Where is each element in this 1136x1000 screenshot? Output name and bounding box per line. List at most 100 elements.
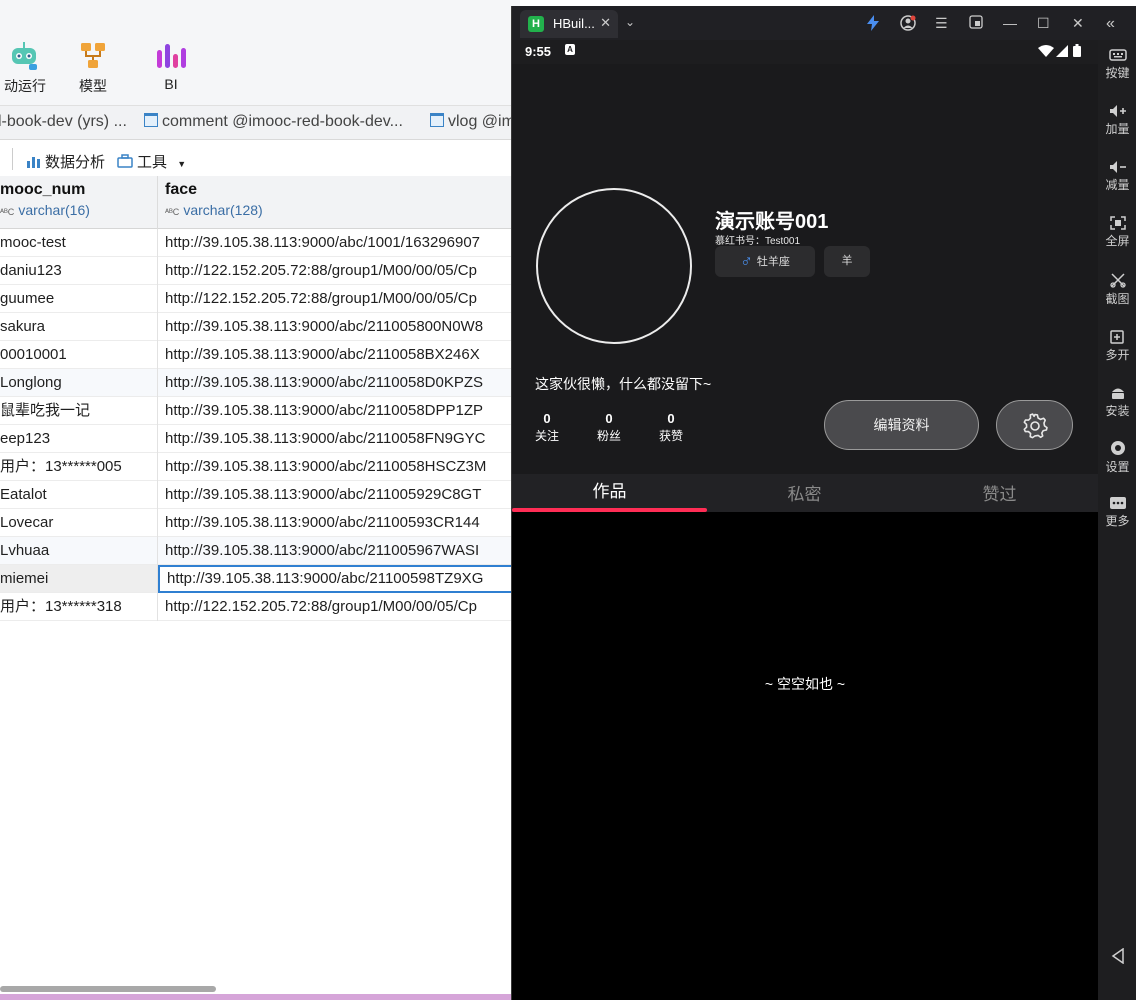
settings-icon <box>1110 441 1125 455</box>
db-toolbar: 动运行 模型 BI <box>0 0 520 106</box>
table-row[interactable]: mooc-test http://39.105.38.113:9000/abc/1… <box>0 229 520 257</box>
maximize-icon[interactable]: ☐ <box>1037 15 1050 32</box>
cell-mooc-num[interactable]: 用户：13******318 <box>0 593 158 621</box>
table-row[interactable]: Longlong http://39.105.38.113:9000/abc/21… <box>0 369 520 397</box>
volume-down-icon <box>1109 161 1126 173</box>
table-row[interactable]: 用户：13******005 http://39.105.38.113:9000/… <box>0 453 520 481</box>
table-row[interactable]: 用户：13******318 http://122.152.205.72:88/g… <box>0 593 520 621</box>
tab-private[interactable]: 私密 <box>707 480 902 505</box>
cell-face[interactable]: http://39.105.38.113:9000/abc/2110058D0K… <box>158 369 520 397</box>
stat-likes-label: 获赞 <box>658 429 683 443</box>
lightning-icon[interactable] <box>866 15 880 34</box>
horizontal-scrollbar[interactable] <box>0 986 216 992</box>
side-multi-instance-label: 多开 <box>1105 348 1130 362</box>
chevron-down-icon[interactable]: ⌄ <box>625 15 635 29</box>
column-type: ᴬᴮC varchar(16) <box>0 202 157 218</box>
battery-icon <box>1073 44 1081 57</box>
column-type-label: varchar(128) <box>183 202 263 218</box>
minimize-icon[interactable]: — <box>1003 15 1017 31</box>
pin-window-icon[interactable] <box>969 15 983 32</box>
status-time: 9:55 <box>525 44 552 59</box>
close-window-icon[interactable]: ✕ <box>1072 15 1084 32</box>
side-keys[interactable]: 按键 <box>1098 48 1136 81</box>
side-multi-instance[interactable]: 多开 <box>1098 328 1136 363</box>
cell-face[interactable]: http://39.105.38.113:9000/abc/21100593CR… <box>158 509 520 537</box>
tab-red-book-dev[interactable]: l-book-dev (yrs) ... <box>0 113 127 131</box>
works-content: ~ 空空如也 ~ <box>512 512 1098 1000</box>
cell-mooc-num[interactable]: 00010001 <box>0 341 158 369</box>
cell-mooc-num[interactable]: daniu123 <box>0 257 158 285</box>
notification-icon: A <box>565 44 575 55</box>
cell-face[interactable]: http://39.105.38.113:9000/abc/2110058BX2… <box>158 341 520 369</box>
cell-face[interactable]: http://122.152.205.72:88/group1/M00/00/0… <box>158 257 520 285</box>
bi-button[interactable]: BI <box>150 40 192 100</box>
cell-mooc-num[interactable]: mooc-test <box>0 229 158 257</box>
cell-face[interactable]: http://39.105.38.113:9000/abc/211005800N… <box>158 313 520 341</box>
side-fullscreen[interactable]: 全屏 <box>1098 216 1136 249</box>
cell-mooc-num[interactable]: Longlong <box>0 369 158 397</box>
tab-comment[interactable]: comment @imooc-red-book-dev... <box>144 113 403 131</box>
cell-mooc-num[interactable]: miemei <box>0 565 158 593</box>
side-more[interactable]: 更多 <box>1098 496 1136 529</box>
cell-face[interactable]: http://122.152.205.72:88/group1/M00/00/0… <box>158 593 520 621</box>
cell-face[interactable]: http://39.105.38.113:9000/abc/211005967W… <box>158 537 520 565</box>
side-volume-up[interactable]: 加量 <box>1098 104 1136 137</box>
cell-face[interactable]: http://39.105.38.113:9000/abc/2110058DPP… <box>158 397 520 425</box>
cell-face[interactable]: http://39.105.38.113:9000/abc/2110058FN9… <box>158 425 520 453</box>
side-settings[interactable]: 设置 <box>1098 440 1136 475</box>
cell-mooc-num[interactable]: guumee <box>0 285 158 313</box>
emulator-window: H HBuil... ✕ ⌄ ☰ — ☐ ✕ « 9:55 A 演示账号001 <box>511 6 1136 1000</box>
table-row[interactable]: miemei http://39.105.38.113:9000/abc/2110… <box>0 565 520 593</box>
stat-likes[interactable]: 0 获赞 <box>651 411 691 444</box>
cell-mooc-num[interactable]: 鼠辈吃我一记 <box>0 397 158 425</box>
tab-vlog[interactable]: vlog @im <box>430 113 515 131</box>
column-header-mooc-num[interactable]: mooc_num ᴬᴮC varchar(16) <box>0 176 158 229</box>
cell-face[interactable]: http://122.152.205.72:88/group1/M00/00/0… <box>158 285 520 313</box>
edit-profile-button[interactable]: 编辑资料 <box>824 400 979 450</box>
column-header-face[interactable]: face ᴬᴮC varchar(128) <box>158 176 520 229</box>
cell-face[interactable]: http://39.105.38.113:9000/abc/211005929C… <box>158 481 520 509</box>
cell-face[interactable]: http://39.105.38.113:9000/abc/21100598TZ… <box>158 565 520 593</box>
table-row[interactable]: guumee http://122.152.205.72:88/group1/M0… <box>0 285 520 313</box>
auto-run-label: 动运行 <box>4 78 46 94</box>
bio-text: 这家伙很懒，什么都没留下~ <box>535 376 712 392</box>
tab-works[interactable]: 作品 <box>512 477 707 502</box>
stat-fans[interactable]: 0 粉丝 <box>589 411 629 444</box>
data-analysis-button[interactable]: 数据分析 <box>26 151 105 172</box>
table-row[interactable]: sakura http://39.105.38.113:9000/abc/2110… <box>0 313 520 341</box>
cell-face[interactable]: http://39.105.38.113:9000/abc/2110058HSC… <box>158 453 520 481</box>
auto-run-button[interactable]: 动运行 <box>0 40 50 100</box>
settings-button[interactable] <box>996 400 1073 450</box>
menu-icon[interactable]: ☰ <box>935 15 948 32</box>
cell-mooc-num[interactable]: eep123 <box>0 425 158 453</box>
male-icon: ♂ <box>740 252 753 271</box>
table-row[interactable]: eep123 http://39.105.38.113:9000/abc/2110… <box>0 425 520 453</box>
model-button[interactable]: 模型 <box>72 40 114 100</box>
cell-mooc-num[interactable]: Lvhuaa <box>0 537 158 565</box>
cell-face[interactable]: http://39.105.38.113:9000/abc/1001/16329… <box>158 229 520 257</box>
emulator-tab[interactable]: H HBuil... ✕ <box>520 10 618 38</box>
side-screenshot[interactable]: 截图 <box>1098 272 1136 307</box>
tab-liked[interactable]: 赞过 <box>902 480 1097 505</box>
side-volume-down[interactable]: 减量 <box>1098 160 1136 193</box>
side-install[interactable]: 安装 <box>1098 384 1136 419</box>
table-row[interactable]: Eatalot http://39.105.38.113:9000/abc/211… <box>0 481 520 509</box>
account-icon[interactable] <box>900 15 916 34</box>
table-row[interactable]: Lvhuaa http://39.105.38.113:9000/abc/2110… <box>0 537 520 565</box>
stat-following[interactable]: 0 关注 <box>527 411 567 444</box>
tools-dropdown[interactable]: 工具 ▼ <box>117 151 186 172</box>
cell-mooc-num[interactable]: 用户：13******005 <box>0 453 158 481</box>
table-row[interactable]: 00010001 http://39.105.38.113:9000/abc/21… <box>0 341 520 369</box>
tab-label: vlog @im <box>448 113 515 130</box>
table-row[interactable]: 鼠辈吃我一记 http://39.105.38.113:9000/abc/2110… <box>0 397 520 425</box>
close-tab-icon[interactable]: ✕ <box>600 15 611 31</box>
emulator-sidebar: 按键 加量 减量 全屏 截图 多开 安装 设置 更多 <box>1098 40 1136 1000</box>
cell-mooc-num[interactable]: sakura <box>0 313 158 341</box>
collapse-sidebar-icon[interactable]: « <box>1106 15 1115 33</box>
table-row[interactable]: daniu123 http://122.152.205.72:88/group1/… <box>0 257 520 285</box>
cell-mooc-num[interactable]: Eatalot <box>0 481 158 509</box>
avatar[interactable] <box>536 188 692 344</box>
table-row[interactable]: Lovecar http://39.105.38.113:9000/abc/211… <box>0 509 520 537</box>
back-triangle-icon[interactable] <box>1111 948 1125 964</box>
cell-mooc-num[interactable]: Lovecar <box>0 509 158 537</box>
